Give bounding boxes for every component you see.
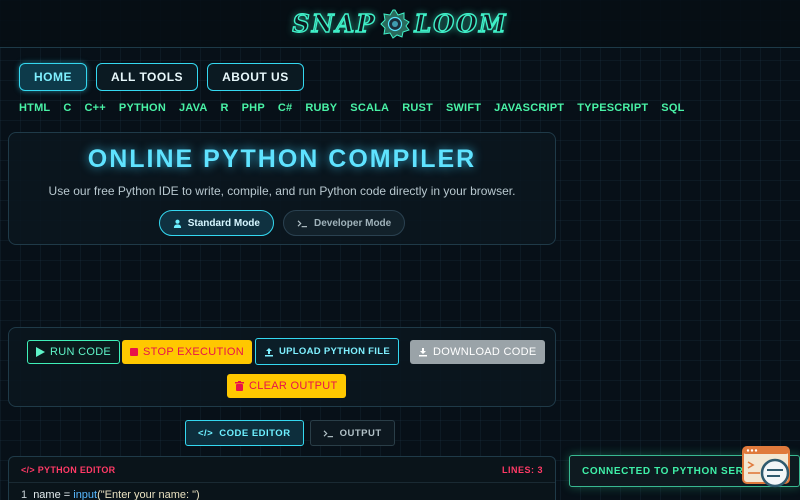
lang-link-javascript[interactable]: JAVASCRIPT [494,102,564,114]
brand-logo[interactable]: SNAP LOOM [292,8,508,39]
code-icon: </> [21,464,35,475]
line-count: LINES: 3 [501,464,543,475]
play-icon [36,347,45,357]
lang-link-cpp[interactable]: C++ [85,102,106,114]
page-title: ONLINE PYTHON COMPILER [87,145,477,173]
developer-mode-label: Developer Mode [313,217,392,229]
terminal-icon [297,219,307,227]
run-code-label: RUN CODE [50,346,112,358]
language-links: HTML C C++ PYTHON JAVA R PHP C# RUBY SCA… [19,102,685,114]
code-input-area[interactable]: 1 name = input("Enter your name: ") [9,483,555,500]
mode-switch: Standard Mode Developer Mode [9,210,555,236]
chat-bot-button[interactable] [742,446,790,488]
editor-title-label: PYTHON EDITOR [37,464,116,475]
editor-header: </> PYTHON EDITOR LINES: 3 [9,457,555,483]
lang-link-typescript[interactable]: TYPESCRIPT [577,102,648,114]
hero-panel: ONLINE PYTHON COMPILER Use our free Pyth… [8,132,556,245]
lang-link-swift[interactable]: SWIFT [446,102,481,114]
line-number: 1 [21,489,28,500]
chat-bot-icon [742,446,790,488]
lang-link-html[interactable]: HTML [19,102,50,114]
nav-all-tools-button[interactable]: ALL TOOLS [96,63,199,91]
nav-about-us-button[interactable]: ABOUT US [207,63,304,91]
page-subtitle: Use our free Python IDE to write, compil… [48,184,516,198]
brand-right: LOOM [414,8,508,38]
lang-link-r[interactable]: R [220,102,228,114]
download-code-button[interactable]: DOWNLOAD CODE [410,340,545,364]
clear-output-button[interactable]: CLEAR OUTPUT [227,374,346,398]
action-toolbar: RUN CODE STOP EXECUTION UPLOAD PYTHON FI… [8,327,556,407]
clear-output-label: CLEAR OUTPUT [249,380,338,392]
tab-code-editor-label: CODE EDITOR [219,427,291,439]
user-icon [173,219,181,228]
tab-output[interactable]: OUTPUT [309,420,395,446]
stop-icon [130,348,138,356]
upload-file-label: UPLOAD PYTHON FILE [279,346,390,357]
gear-logo-icon [380,9,411,39]
tab-code-editor[interactable]: </> CODE EDITOR [185,420,304,446]
editor-title: </> PYTHON EDITOR [21,465,115,475]
code-token-args: ("Enter your name: ") [97,489,200,500]
top-bar: SNAP LOOM [0,0,800,48]
standard-mode-label: Standard Mode [187,217,260,229]
main-nav: HOME ALL TOOLS ABOUT US [19,63,304,91]
run-code-button[interactable]: RUN CODE [27,340,121,364]
lang-link-rust[interactable]: RUST [402,102,433,114]
lang-link-c[interactable]: C [63,102,71,114]
download-icon [419,348,427,357]
view-tabs: </> CODE EDITOR OUTPUT [185,420,395,446]
stop-execution-label: STOP EXECUTION [143,346,244,358]
lang-link-ruby[interactable]: RUBY [305,102,337,114]
nav-home-button[interactable]: HOME [19,63,87,91]
developer-mode-button[interactable]: Developer Mode [282,210,406,236]
lang-link-java[interactable]: JAVA [179,102,208,114]
stop-execution-button[interactable]: STOP EXECUTION [122,340,252,364]
download-code-label: DOWNLOAD CODE [433,346,537,358]
upload-icon [265,347,273,356]
code-icon: </> [198,427,214,439]
lang-link-python[interactable]: PYTHON [119,102,166,114]
trash-icon [235,381,244,391]
lang-link-csharp[interactable]: C# [278,102,292,114]
tab-output-label: OUTPUT [339,427,382,439]
code-editor-panel: </> PYTHON EDITOR LINES: 3 1 name = inpu… [8,456,556,500]
brand-left: SNAP [292,8,377,38]
upload-file-button[interactable]: UPLOAD PYTHON FILE [255,338,399,365]
lang-link-scala[interactable]: SCALA [350,102,389,114]
lang-link-php[interactable]: PHP [242,102,265,114]
lang-link-sql[interactable]: SQL [661,102,684,114]
standard-mode-button[interactable]: Standard Mode [158,210,274,236]
code-token-var: name = [33,489,74,500]
terminal-icon [323,429,333,437]
code-token-function: input [73,489,98,500]
